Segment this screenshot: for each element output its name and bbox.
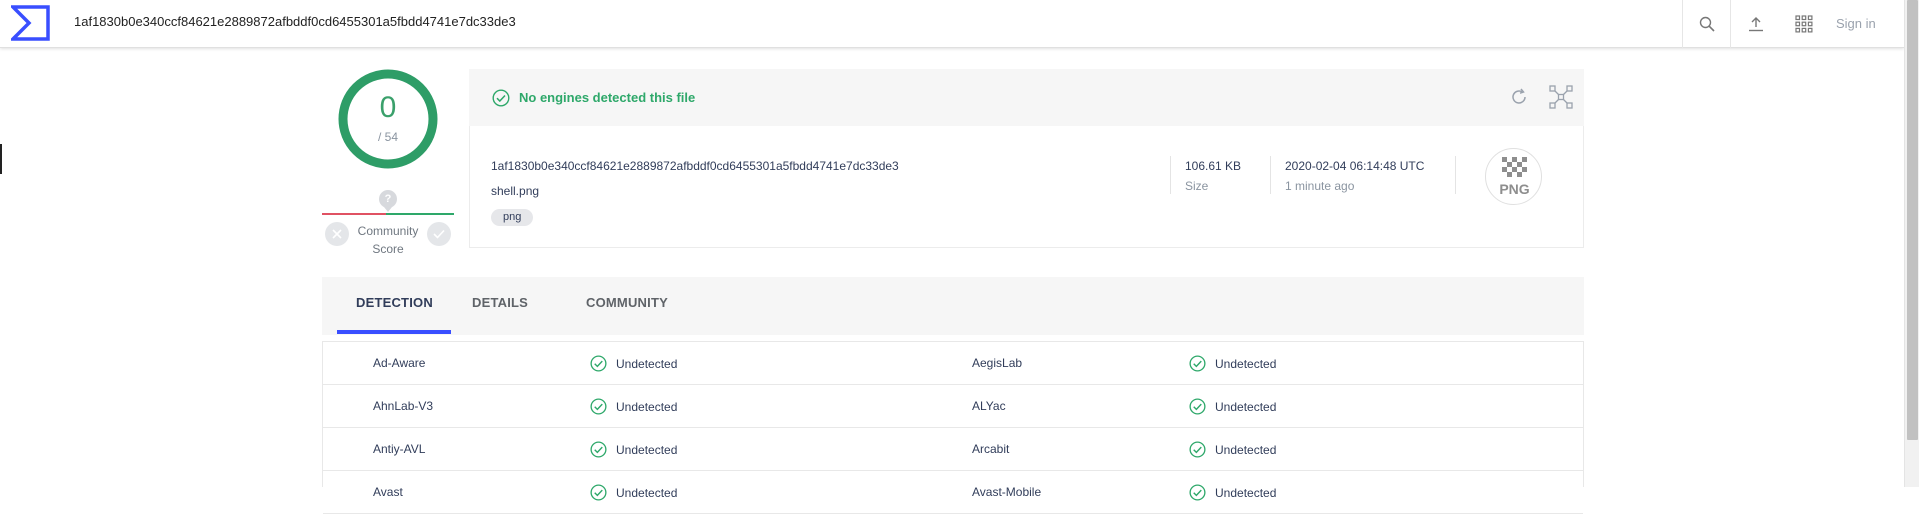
file-tag[interactable]: png xyxy=(491,209,534,226)
png-file-type-icon xyxy=(1502,157,1527,177)
engine-result: Undetected xyxy=(590,355,677,372)
community-score-label: Community Score xyxy=(357,224,419,256)
file-name: shell.png xyxy=(491,184,540,198)
engine-name: Antiy-AVL xyxy=(373,442,426,456)
engine-name: ALYac xyxy=(972,399,1006,413)
apps-grid-icon xyxy=(1795,15,1813,33)
engines-total: / 54 xyxy=(377,130,398,144)
tab-detection[interactable]: DETECTION xyxy=(356,295,433,310)
table-row: Ad-Aware Undetected AegisLab Undetected xyxy=(323,342,1583,385)
detection-summary-text: No engines detected this file xyxy=(519,90,696,105)
upload-button[interactable] xyxy=(1731,0,1780,48)
search-button[interactable] xyxy=(1682,0,1731,48)
vote-malicious-button[interactable] xyxy=(325,222,349,246)
community-score-bar xyxy=(322,213,454,215)
sign-in-link[interactable]: Sign in xyxy=(1836,16,1876,31)
top-bar: 1af1830b0e340ccf84621e2889872afbddf0cd64… xyxy=(0,0,1904,48)
check-circle-icon xyxy=(590,441,607,458)
file-type-badge: PNG xyxy=(1485,148,1542,205)
engine-name: AhnLab-V3 xyxy=(373,399,434,413)
analysis-relative-time: 1 minute ago xyxy=(1285,179,1355,193)
check-circle-icon xyxy=(492,89,510,107)
engine-result: Undetected xyxy=(1189,355,1276,372)
community-score-bar-malicious xyxy=(322,213,386,215)
engine-result: Undetected xyxy=(590,398,677,415)
report-tabs: DETECTION DETAILS COMMUNITY xyxy=(322,277,1584,335)
detection-score-ring: 0 / 54 xyxy=(336,67,440,171)
engine-result: Undetected xyxy=(1189,398,1276,415)
table-row: AhnLab-V3 Undetected ALYac Undetected xyxy=(323,385,1583,428)
divider xyxy=(1455,156,1456,194)
check-circle-icon xyxy=(1189,398,1206,415)
reanalyze-icon[interactable] xyxy=(1509,87,1529,107)
engine-name: Avast-Mobile xyxy=(972,485,1042,499)
search-icon xyxy=(1699,16,1715,32)
check-circle-icon xyxy=(1189,441,1206,458)
engine-result: Undetected xyxy=(1189,441,1276,458)
engine-name: Ad-Aware xyxy=(373,356,426,370)
engine-name: Avast xyxy=(373,485,403,499)
graph-icon[interactable] xyxy=(1549,85,1573,109)
active-tab-indicator xyxy=(337,330,451,334)
text-cursor xyxy=(0,144,2,174)
community-score-indicator: ? xyxy=(379,190,397,212)
vote-harmless-button[interactable] xyxy=(427,222,451,246)
close-icon xyxy=(332,229,342,239)
divider xyxy=(1170,156,1171,194)
table-row: Avast Undetected Avast-Mobile Undetected xyxy=(323,471,1583,514)
community-score-bar-harmless xyxy=(386,213,454,215)
search-input[interactable]: 1af1830b0e340ccf84621e2889872afbddf0cd64… xyxy=(74,14,516,29)
detection-table: Ad-Aware Undetected AegisLab Undetected … xyxy=(322,341,1584,514)
check-circle-icon xyxy=(1189,355,1206,372)
file-type-label: PNG xyxy=(1499,181,1530,197)
engine-result: Undetected xyxy=(590,441,677,458)
virustotal-logo-icon[interactable] xyxy=(8,5,50,41)
tab-community[interactable]: COMMUNITY xyxy=(586,295,668,310)
table-row: Antiy-AVL Undetected Arcabit Undetected xyxy=(323,428,1583,471)
engine-name: Arcabit xyxy=(972,442,1010,456)
file-size: 106.61 KB xyxy=(1185,159,1242,173)
detection-count: 0 xyxy=(379,91,397,124)
vertical-scrollbar[interactable] xyxy=(1904,0,1919,487)
check-circle-icon xyxy=(590,398,607,415)
apps-button[interactable] xyxy=(1780,0,1828,48)
tab-details[interactable]: DETAILS xyxy=(472,295,528,310)
analysis-date: 2020-02-04 06:14:48 UTC xyxy=(1285,159,1425,173)
file-hash: 1af1830b0e340ccf84621e2889872afbddf0cd64… xyxy=(491,159,899,173)
scrollbar-thumb[interactable] xyxy=(1907,0,1918,440)
divider xyxy=(1270,156,1271,194)
file-size-label: Size xyxy=(1185,179,1209,193)
upload-icon xyxy=(1748,17,1763,32)
summary-header: No engines detected this file xyxy=(469,69,1584,126)
check-circle-icon xyxy=(590,355,607,372)
file-info-card: 1af1830b0e340ccf84621e2889872afbddf0cd64… xyxy=(469,126,1584,248)
check-icon xyxy=(433,229,445,239)
engine-name: AegisLab xyxy=(972,356,1023,370)
